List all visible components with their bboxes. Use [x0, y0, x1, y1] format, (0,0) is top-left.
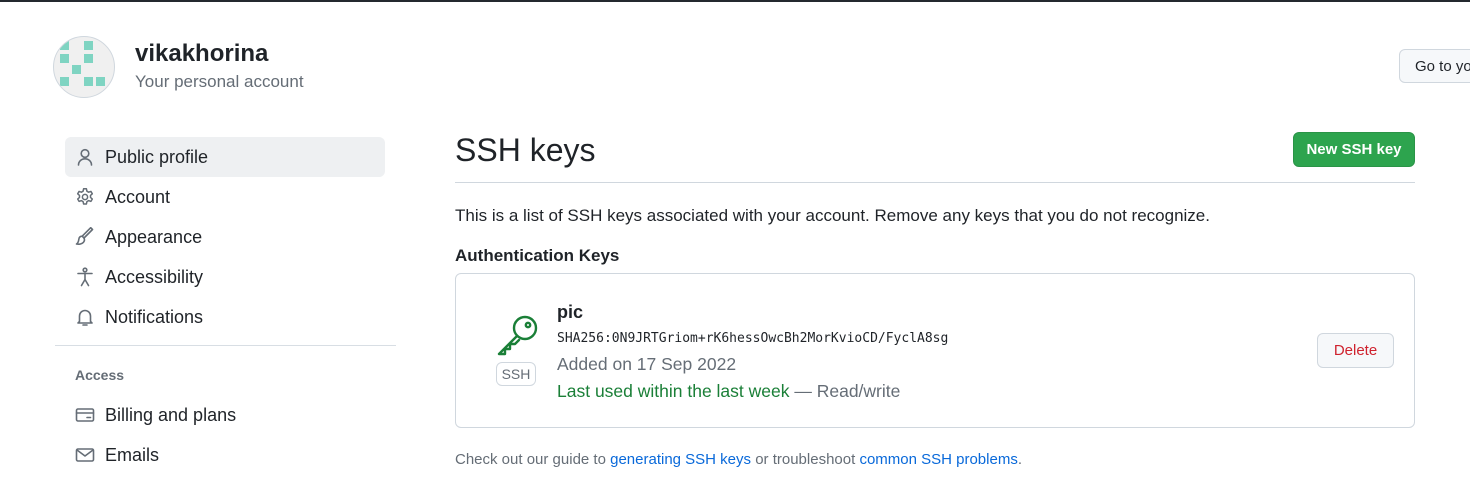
- person-icon: [75, 147, 95, 167]
- ssh-type-label: SSH: [496, 362, 536, 386]
- sidebar-item-label: Appearance: [105, 226, 203, 247]
- go-to-profile-button[interactable]: Go to yo: [1399, 49, 1470, 83]
- mail-icon: [75, 445, 95, 465]
- bell-icon: [75, 307, 95, 327]
- generating-ssh-keys-link[interactable]: generating SSH keys: [610, 451, 751, 468]
- sidebar-item-billing[interactable]: Billing and plans: [65, 395, 385, 435]
- help-note-middle: or troubleshoot: [751, 451, 860, 468]
- page-title: SSH keys: [455, 132, 596, 168]
- last-used-text: Last used within the last week: [557, 381, 790, 401]
- sidebar-item-label: Emails: [105, 444, 160, 465]
- key-last-used: Last used within the last week — Read/wr…: [557, 381, 900, 402]
- sidebar-item-label: Billing and plans: [105, 404, 237, 425]
- sidebar-item-accessibility[interactable]: Accessibility: [65, 257, 385, 297]
- sidebar-item-appearance[interactable]: Appearance: [65, 217, 385, 257]
- sidebar-item-account[interactable]: Account: [65, 177, 385, 217]
- new-ssh-key-button[interactable]: New SSH key: [1293, 132, 1415, 167]
- sidebar-item-label: Accessibility: [105, 266, 204, 287]
- account-subtitle: Your personal account: [135, 72, 304, 91]
- gear-icon: [75, 187, 95, 207]
- title-divider: [455, 182, 1415, 183]
- key-icon: [497, 315, 538, 356]
- sidebar-item-label: Notifications: [105, 306, 204, 327]
- sidebar-item-notifications[interactable]: Notifications: [65, 297, 385, 337]
- credit-card-icon: [75, 405, 95, 425]
- help-note-prefix: Check out our guide to: [455, 451, 611, 468]
- sidebar-section-access: Access: [75, 367, 125, 383]
- sidebar-item-label: Account: [105, 186, 171, 207]
- key-title: pic: [557, 302, 584, 322]
- delete-key-button[interactable]: Delete: [1317, 333, 1394, 368]
- sidebar-divider: [55, 345, 396, 346]
- account-username[interactable]: vikakhorina: [135, 40, 268, 68]
- sidebar-item-public-profile[interactable]: Public profile: [65, 137, 385, 177]
- section-heading: Authentication Keys: [455, 246, 620, 265]
- help-note: Check out our guide to generating SSH ke…: [455, 451, 1022, 468]
- key-access-level: — Read/write: [789, 381, 901, 401]
- help-note-suffix: .: [1017, 451, 1022, 468]
- top-border: [0, 0, 1470, 2]
- key-fingerprint: SHA256:0N9JRTGriom+rK6hessOwcBh2MorKvioC…: [557, 331, 949, 346]
- intro-text: This is a list of SSH keys associated wi…: [455, 206, 1210, 225]
- ssh-key-item: SSH pic SHA256:0N9JRTGriom+rK6hessOwcBh2…: [455, 273, 1415, 428]
- key-added-date: Added on 17 Sep 2022: [557, 354, 737, 374]
- sidebar-item-emails[interactable]: Emails: [65, 435, 385, 475]
- common-ssh-problems-link[interactable]: common SSH problems: [859, 451, 1017, 468]
- accessibility-icon: [75, 267, 95, 287]
- sidebar-item-label: Public profile: [105, 146, 209, 167]
- paintbrush-icon: [75, 227, 95, 247]
- avatar[interactable]: [53, 36, 115, 98]
